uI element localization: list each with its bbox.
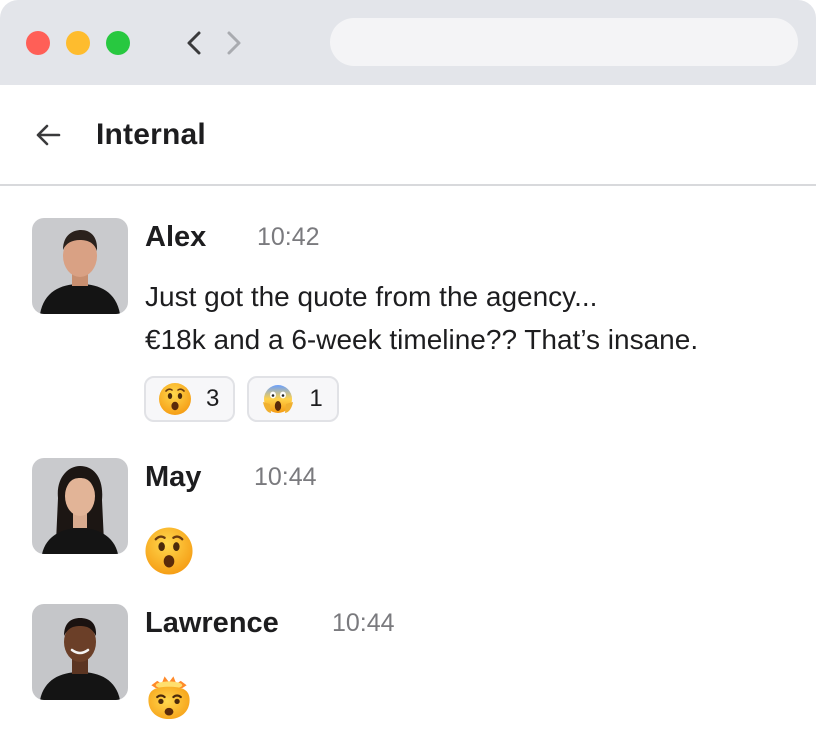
message-line: Just got the quote from the agency... — [145, 281, 598, 312]
address-bar[interactable] — [330, 18, 798, 66]
author-name[interactable]: Alex — [145, 221, 206, 254]
avatar[interactable] — [32, 604, 128, 700]
hushed-face-emoji-icon — [145, 527, 193, 575]
author-name[interactable]: May — [145, 461, 201, 494]
message-item: Alex 10:42 Just got the quote from the a… — [32, 218, 792, 433]
channel-header: Internal — [0, 85, 816, 186]
avatar[interactable] — [32, 458, 128, 554]
avatar[interactable] — [32, 218, 128, 314]
message-timestamp: 10:44 — [254, 463, 317, 491]
browser-back-button[interactable] — [184, 29, 204, 57]
arrow-left-icon — [36, 124, 61, 146]
chevron-right-icon — [227, 31, 241, 55]
back-button[interactable] — [34, 121, 62, 149]
hushed-face-emoji-icon — [159, 383, 191, 415]
emoji-message — [144, 672, 194, 722]
channel-title: Internal — [96, 118, 206, 151]
zoom-window-button[interactable] — [106, 31, 130, 55]
message-timestamp: 10:44 — [332, 609, 395, 637]
exploding-head-emoji-icon — [148, 676, 190, 720]
message-timestamp: 10:42 — [257, 223, 320, 251]
emoji-message — [144, 526, 194, 576]
browser-window: Internal Alex 10:42 Just got the quote f… — [0, 0, 816, 756]
close-window-button[interactable] — [26, 31, 50, 55]
message-item: Lawrence 10:44 — [32, 604, 792, 734]
author-name[interactable]: Lawrence — [145, 607, 279, 640]
browser-forward-button[interactable] — [224, 29, 244, 57]
person-photo-icon — [32, 604, 128, 700]
reactions-row: 3 1 — [144, 376, 339, 422]
person-photo-icon — [32, 458, 128, 554]
message-line: €18k and a 6-week timeline?? That’s insa… — [145, 324, 699, 355]
message-item: May 10:44 — [32, 458, 792, 578]
reaction-chip-scream[interactable]: 1 — [247, 376, 339, 422]
screaming-face-emoji-icon — [263, 385, 294, 413]
minimize-window-button[interactable] — [66, 31, 90, 55]
window-titlebar — [0, 0, 816, 85]
chevron-left-icon — [187, 31, 201, 55]
message-body: Just got the quote from the agency... €1… — [145, 275, 698, 361]
reaction-count: 1 — [309, 385, 323, 412]
person-photo-icon — [32, 218, 128, 314]
reaction-chip-hushed[interactable]: 3 — [144, 376, 236, 422]
reaction-count: 3 — [206, 385, 220, 412]
